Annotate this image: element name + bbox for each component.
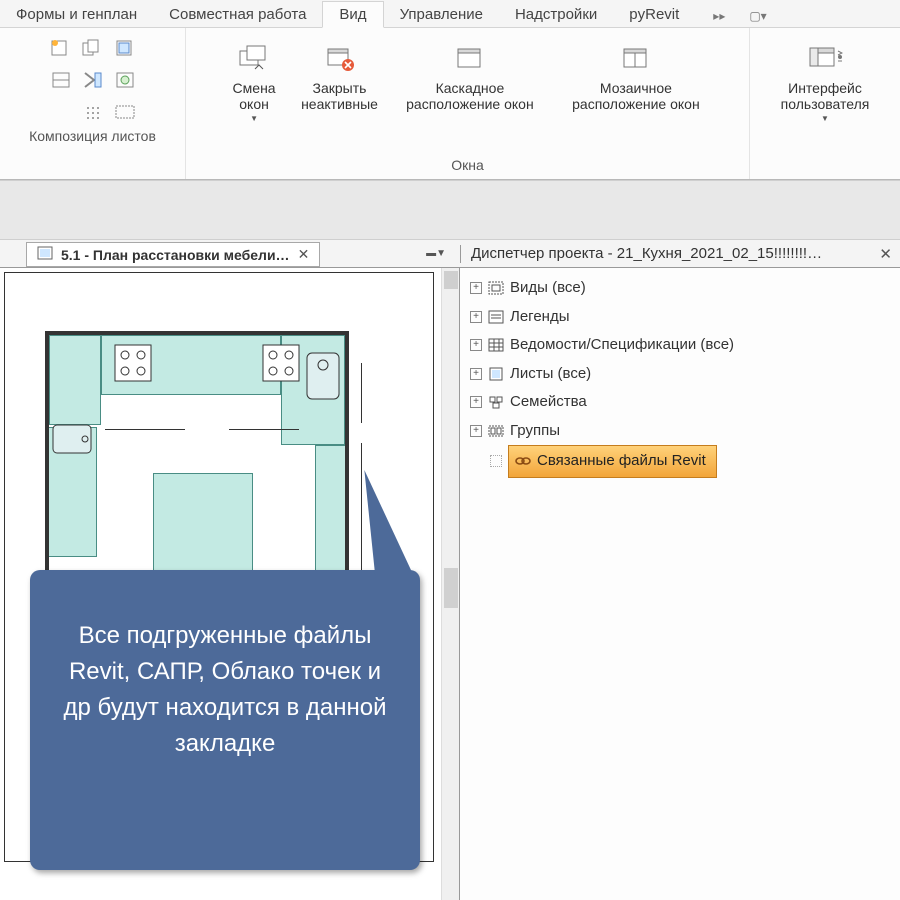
match-line-icon[interactable]: [79, 66, 107, 94]
tree-item-views[interactable]: + Виды (все): [466, 274, 894, 303]
project-browser[interactable]: + Виды (все) + Легенды + Ведомости/Специ…: [460, 268, 900, 900]
expand-icon[interactable]: +: [470, 339, 482, 351]
expand-icon[interactable]: +: [470, 311, 482, 323]
tooltip-callout: Все подгруженные файлы Revit, САПР, Обла…: [30, 570, 420, 870]
doc-tab-menu-icon[interactable]: ▬▼: [420, 246, 452, 261]
view-ref-icon[interactable]: [111, 34, 139, 62]
tree-label: Виды (все): [510, 274, 586, 303]
doc-tab-active[interactable]: 5.1 - План расстановки мебели… ✕: [26, 242, 320, 267]
families-icon: [488, 394, 504, 410]
project-browser-title: Диспетчер проекта - 21_Кухня_2021_02_15!…: [471, 245, 822, 262]
project-browser-close-icon[interactable]: ✕: [879, 245, 892, 263]
schedule-icon: [488, 337, 504, 353]
leaf-marker: [490, 455, 502, 467]
tree-label: Семейства: [510, 388, 587, 417]
drawing-scrollbar[interactable]: [441, 268, 459, 900]
ribbon-scroll-right-icon[interactable]: ▸▸: [707, 5, 731, 27]
grid-pattern-icon[interactable]: [79, 98, 107, 126]
sheet-icon: [37, 246, 53, 263]
ribbon-body: Композиция листов Смена окон ▼ Закрыть н…: [0, 28, 900, 180]
legend-icon: [488, 309, 504, 325]
ribbon-tab-addins[interactable]: Надстройки: [499, 2, 613, 27]
expand-icon[interactable]: +: [470, 282, 482, 294]
doc-tab-strip: 5.1 - План расстановки мебели… ✕ ▬▼ Дисп…: [0, 240, 900, 268]
cascade-windows-button[interactable]: Каскадное расположение окон: [390, 36, 550, 112]
ribbon-tab-view[interactable]: Вид: [322, 1, 383, 28]
user-interface-button[interactable]: Интерфейс пользователя ▼: [775, 36, 876, 123]
options-bar: [0, 180, 900, 240]
ribbon-tab-collab[interactable]: Совместная работа: [153, 2, 322, 27]
tree-label: Связанные файлы Revit: [537, 447, 706, 476]
groups-icon: [488, 423, 504, 439]
doc-tab-title: 5.1 - План расстановки мебели…: [61, 247, 290, 263]
tree-item-groups[interactable]: + Группы: [466, 417, 894, 446]
expand-icon[interactable]: +: [470, 425, 482, 437]
project-browser-title-bar: Диспетчер проекта - 21_Кухня_2021_02_15!…: [460, 245, 900, 263]
project-browser-tree: + Виды (все) + Легенды + Ведомости/Специ…: [466, 274, 894, 478]
views-icon: [488, 280, 504, 296]
expand-icon[interactable]: +: [470, 368, 482, 380]
link-icon: [515, 453, 531, 469]
ribbon-tab-forms[interactable]: Формы и генплан: [0, 2, 153, 27]
viewport-icon[interactable]: [111, 98, 139, 126]
tree-item-legends[interactable]: + Легенды: [466, 303, 894, 332]
new-sheet-icon[interactable]: [47, 34, 75, 62]
ribbon-tab-pyrevit[interactable]: pyRevit: [613, 2, 695, 27]
tree-label: Ведомости/Спецификации (все): [510, 331, 734, 360]
tree-label: Группы: [510, 417, 560, 446]
tree-label: Листы (все): [510, 360, 591, 389]
ribbon-minimize-icon[interactable]: ▢▾: [743, 5, 772, 27]
tree-item-schedules[interactable]: + Ведомости/Спецификации (все): [466, 331, 894, 360]
tile-windows-button[interactable]: Мозаичное расположение окон: [556, 36, 716, 112]
ribbon-tabs: Формы и генплан Совместная работа Вид Уп…: [0, 0, 900, 28]
guide-icon[interactable]: [47, 66, 75, 94]
composition-button-grid: [47, 32, 139, 126]
revision-icon[interactable]: [111, 66, 139, 94]
ribbon-tab-manage[interactable]: Управление: [384, 2, 499, 27]
switch-windows-button[interactable]: Смена окон ▼: [219, 36, 289, 123]
tree-item-families[interactable]: + Семейства: [466, 388, 894, 417]
tree-label: Легенды: [510, 303, 570, 332]
sheets-icon: [488, 366, 504, 382]
dup-sheet-icon[interactable]: [79, 34, 107, 62]
group-label-windows: Окна: [451, 155, 484, 177]
group-label-composition: Композиция листов: [29, 126, 156, 148]
tree-item-sheets[interactable]: + Листы (все): [466, 360, 894, 389]
callout-text: Все подгруженные файлы Revit, САПР, Обла…: [60, 618, 390, 762]
tree-item-revit-links[interactable]: Связанные файлы Revit: [466, 445, 894, 478]
close-inactive-button[interactable]: Закрыть неактивные: [295, 36, 384, 112]
expand-icon[interactable]: +: [470, 396, 482, 408]
doc-tab-close-icon[interactable]: ✕: [298, 246, 310, 263]
